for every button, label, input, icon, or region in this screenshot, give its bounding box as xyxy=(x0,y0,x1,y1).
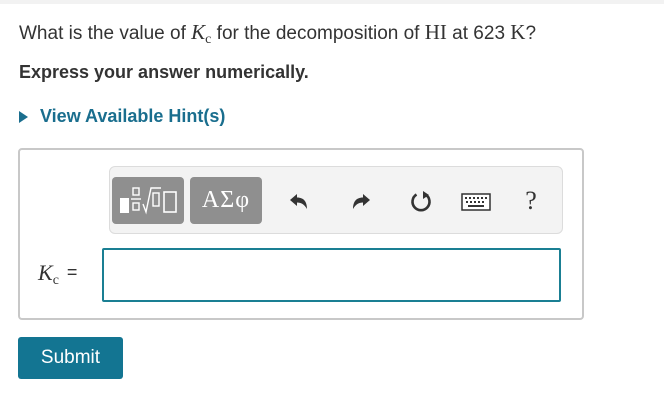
greek-symbols-label: ΑΣφ xyxy=(201,187,251,213)
greek-symbols-button[interactable]: ΑΣφ xyxy=(190,177,262,224)
undo-icon xyxy=(290,194,307,209)
caret-right-icon xyxy=(19,110,28,123)
templates-icon xyxy=(120,186,177,215)
reset-icon xyxy=(411,191,431,212)
help-label: ? xyxy=(525,186,537,215)
temperature-unit: K xyxy=(510,20,526,44)
view-hints-link[interactable]: View Available Hint(s) xyxy=(19,106,225,127)
reset-button[interactable] xyxy=(404,185,438,219)
hint-label: View Available Hint(s) xyxy=(40,106,226,126)
answer-instruction: Express your answer numerically. xyxy=(19,62,309,82)
submit-button[interactable]: Submit xyxy=(18,337,123,379)
keyboard-icon xyxy=(461,193,491,211)
kc-symbol: Kc xyxy=(191,20,212,47)
top-divider xyxy=(0,0,664,4)
kc-answer-label: Kc = xyxy=(38,260,78,288)
math-toolbar: ΑΣφ ? xyxy=(109,166,563,234)
answer-input[interactable] xyxy=(102,248,561,302)
keyboard-button[interactable] xyxy=(456,185,496,219)
templates-button[interactable] xyxy=(112,177,184,224)
undo-button[interactable] xyxy=(282,185,316,219)
help-button[interactable]: ? xyxy=(514,181,548,221)
answer-panel: ΑΣφ ? Kc = xyxy=(18,148,584,320)
compound-formula: HI xyxy=(424,20,447,44)
redo-icon xyxy=(353,194,370,209)
question-text: What is the value of Kc for the decompos… xyxy=(19,20,537,47)
redo-button[interactable] xyxy=(344,185,378,219)
